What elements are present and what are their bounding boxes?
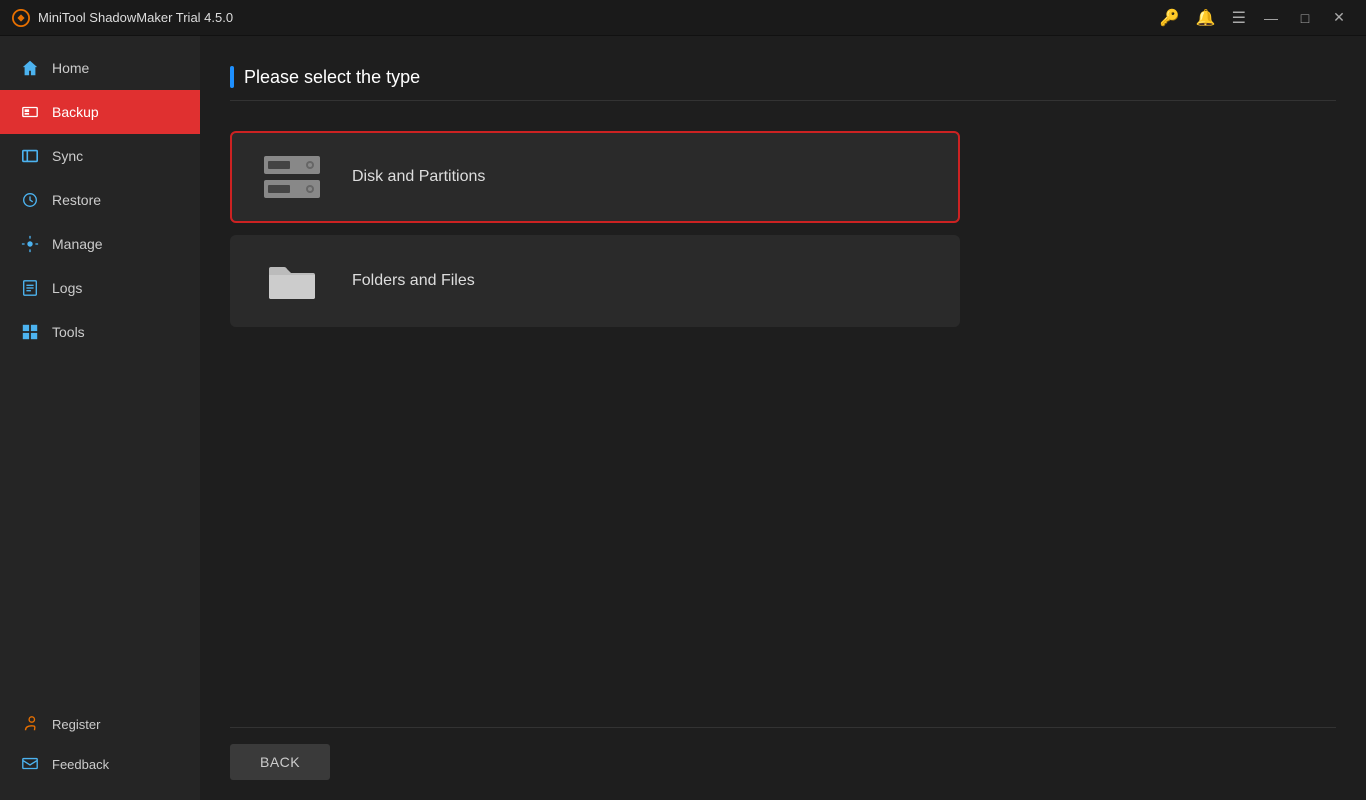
sidebar-label-backup: Backup xyxy=(52,104,99,120)
type-cards: Disk and Partitions Folders and Files xyxy=(230,131,1336,727)
sidebar-item-feedback[interactable]: Feedback xyxy=(0,744,200,784)
backup-icon xyxy=(20,102,40,122)
content-area: Please select the type xyxy=(200,36,1366,800)
folders-files-label: Folders and Files xyxy=(352,272,475,290)
disk-partitions-card[interactable]: Disk and Partitions xyxy=(230,131,960,223)
tools-icon xyxy=(20,322,40,342)
close-button[interactable]: ✕ xyxy=(1324,6,1354,30)
feedback-icon xyxy=(20,754,40,774)
disk-partitions-label: Disk and Partitions xyxy=(352,168,485,186)
manage-icon xyxy=(20,234,40,254)
page-title: Please select the type xyxy=(244,67,420,88)
sync-icon xyxy=(20,146,40,166)
sidebar: Home Backup Sync Restore xyxy=(0,36,200,800)
register-icon xyxy=(20,714,40,734)
sidebar-item-sync[interactable]: Sync xyxy=(0,134,200,178)
sidebar-label-tools: Tools xyxy=(52,324,85,340)
app-title: MiniTool ShadowMaker Trial 4.5.0 xyxy=(38,10,233,25)
minimize-button[interactable]: — xyxy=(1256,6,1286,30)
menu-icon[interactable]: ☰ xyxy=(1226,4,1252,32)
key-icon[interactable]: 🔑 xyxy=(1154,4,1186,32)
sidebar-item-home[interactable]: Home xyxy=(0,46,200,90)
sidebar-label-register: Register xyxy=(52,717,100,732)
sidebar-label-sync: Sync xyxy=(52,148,83,164)
sidebar-item-restore[interactable]: Restore xyxy=(0,178,200,222)
sidebar-label-logs: Logs xyxy=(52,280,82,296)
title-bar-left: MiniTool ShadowMaker Trial 4.5.0 xyxy=(12,9,233,27)
folders-files-card[interactable]: Folders and Files xyxy=(230,235,960,327)
sidebar-label-home: Home xyxy=(52,60,89,76)
title-bar: MiniTool ShadowMaker Trial 4.5.0 🔑 🔔 ☰ —… xyxy=(0,0,1366,36)
sidebar-item-backup[interactable]: Backup xyxy=(0,90,200,134)
back-button[interactable]: BACK xyxy=(230,744,330,780)
page-header: Please select the type xyxy=(230,66,1336,101)
folder-icon xyxy=(262,257,322,305)
maximize-button[interactable]: □ xyxy=(1290,6,1320,30)
bottom-bar: BACK xyxy=(230,727,1336,780)
restore-icon xyxy=(20,190,40,210)
sidebar-label-feedback: Feedback xyxy=(52,757,109,772)
sidebar-item-tools[interactable]: Tools xyxy=(0,310,200,354)
header-accent-bar xyxy=(230,66,234,88)
sidebar-label-manage: Manage xyxy=(52,236,103,252)
main-layout: Home Backup Sync Restore xyxy=(0,36,1366,800)
sidebar-nav: Home Backup Sync Restore xyxy=(0,36,200,704)
bell-icon[interactable]: 🔔 xyxy=(1190,4,1222,32)
disk-icon xyxy=(262,153,322,201)
sidebar-item-register[interactable]: Register xyxy=(0,704,200,744)
sidebar-bottom: Register Feedback xyxy=(0,704,200,800)
sidebar-item-logs[interactable]: Logs xyxy=(0,266,200,310)
title-bar-controls: 🔑 🔔 ☰ — □ ✕ xyxy=(1154,4,1354,32)
logs-icon xyxy=(20,278,40,298)
sidebar-label-restore: Restore xyxy=(52,192,101,208)
sidebar-item-manage[interactable]: Manage xyxy=(0,222,200,266)
home-icon xyxy=(20,58,40,78)
app-logo xyxy=(12,9,30,27)
